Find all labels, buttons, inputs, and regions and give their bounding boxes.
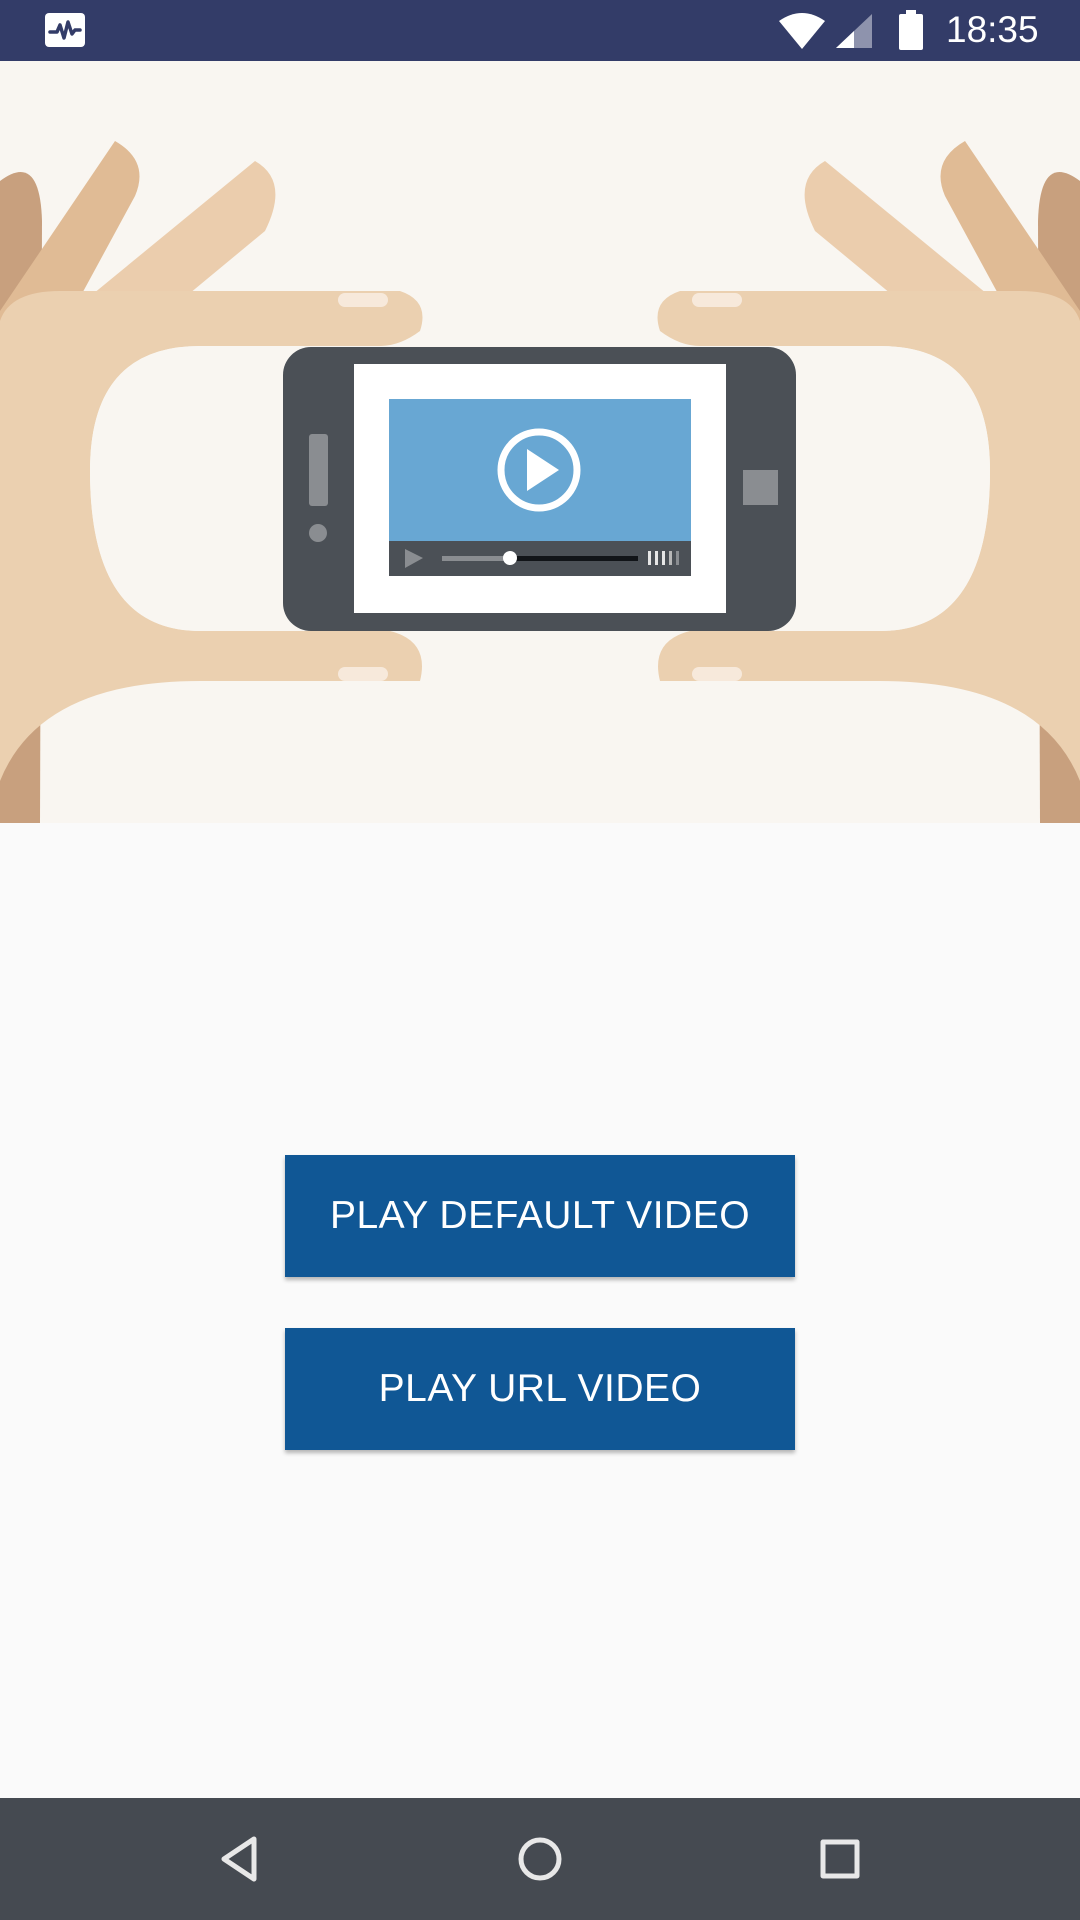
play-url-video-button[interactable]: PLAY URL VIDEO [285, 1328, 795, 1450]
status-bar: 18:35 [0, 0, 1080, 61]
activity-monitor-icon [45, 13, 85, 47]
navigation-bar [0, 1798, 1080, 1920]
hero-illustration [0, 61, 1080, 823]
cell-signal-icon [836, 14, 872, 48]
home-icon[interactable] [500, 1822, 580, 1896]
hands-holding-phone-illustration [0, 141, 1080, 823]
recents-icon[interactable] [800, 1822, 880, 1896]
back-icon[interactable] [200, 1822, 280, 1896]
status-clock: 18:35 [946, 9, 1039, 50]
wifi-icon [779, 13, 825, 49]
play-default-video-button[interactable]: PLAY DEFAULT VIDEO [285, 1155, 795, 1277]
battery-icon [899, 10, 923, 50]
